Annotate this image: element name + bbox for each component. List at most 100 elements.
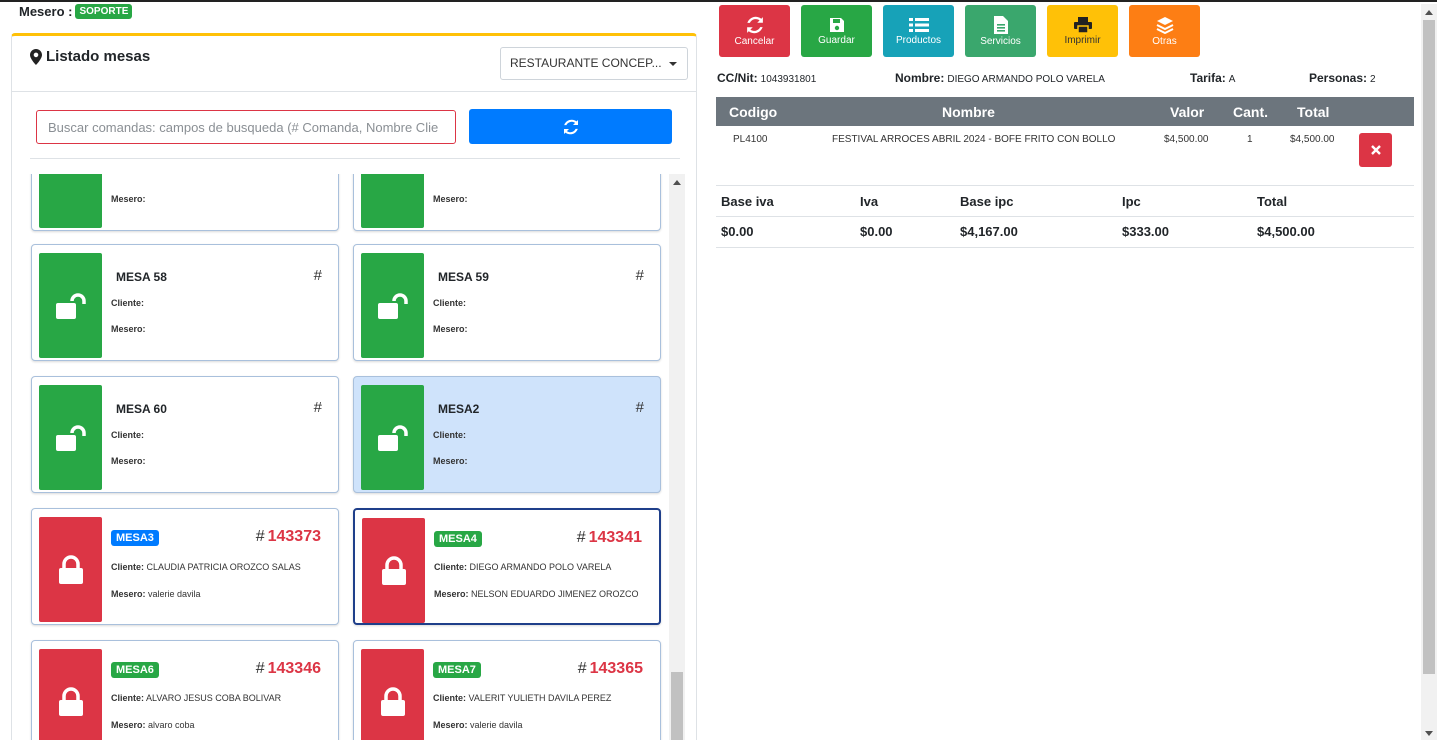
table-status-tile <box>39 517 102 622</box>
table-mesero: Mesero: <box>433 456 468 466</box>
table-mesero: Mesero: alvaro coba <box>111 720 195 730</box>
table-mesero: Mesero: valerie davila <box>433 720 523 730</box>
table-hash: # <box>635 399 644 416</box>
print-button[interactable]: Imprimir <box>1047 5 1118 57</box>
order-number: #143346 <box>255 660 321 677</box>
scroll-up-arrow-icon[interactable] <box>673 180 681 185</box>
restaurant-select-value: RESTAURANTE CONCEP... <box>510 56 662 70</box>
table-name: MESA 60 <box>116 402 167 416</box>
table-status-tile <box>39 649 102 740</box>
table-cliente: Cliente: <box>111 430 145 440</box>
table-badge: MESA3 <box>111 530 159 547</box>
divider <box>30 158 680 159</box>
lock-icon <box>381 555 406 585</box>
table-status-tile <box>361 253 424 358</box>
restaurant-select[interactable]: RESTAURANTE CONCEP... <box>500 47 688 80</box>
tot-base-iva-value: $0.00 <box>721 224 754 239</box>
cancel-button[interactable]: Cancelar <box>719 5 790 57</box>
order-number: #143365 <box>577 660 643 677</box>
refresh-icon <box>563 119 578 134</box>
table-name: MESA2 <box>438 402 480 416</box>
products-button[interactable]: Productos <box>883 5 954 57</box>
table-cliente: Cliente: <box>111 298 145 308</box>
table-card-mesa-60[interactable]: MESA 60 # Cliente: Mesero: <box>31 376 339 493</box>
table-mesero: Mesero: valerie davila <box>111 589 201 599</box>
scroll-down-arrow-icon[interactable] <box>1425 731 1433 736</box>
page-scrollbar[interactable] <box>1421 4 1437 740</box>
tot-base-ipc-value: $4,167.00 <box>960 224 1018 239</box>
row-nombre: FESTIVAL ARROCES ABRIL 2024 - BOFE FRITO… <box>832 134 1116 145</box>
cancel-label: Cancelar <box>734 35 775 47</box>
col-nombre: Nombre <box>942 104 995 120</box>
tables-panel: Listado mesas RESTAURANTE CONCEP... Mese… <box>11 33 697 740</box>
file-icon <box>993 15 1008 34</box>
tables-scrollbar[interactable] <box>669 174 685 740</box>
row-total: $4,500.00 <box>1290 134 1335 145</box>
table-status-tile <box>362 518 425 623</box>
table-name: MESA 58 <box>116 270 167 284</box>
table-card-mesa4[interactable]: MESA4 #143341 Cliente: DIEGO ARMANDO POL… <box>353 508 661 625</box>
mesero-label: Mesero : <box>19 4 73 19</box>
layers-icon <box>1156 16 1173 34</box>
table-cliente: Cliente: <box>433 430 467 440</box>
search-input[interactable] <box>36 110 456 144</box>
tot-iva-value: $0.00 <box>860 224 893 239</box>
tot-total-value: $4,500.00 <box>1257 224 1315 239</box>
order-number: #143373 <box>255 528 321 545</box>
tot-total-label: Total <box>1257 194 1288 209</box>
print-label: Imprimir <box>1064 34 1101 46</box>
save-button[interactable]: Guardar <box>801 5 872 57</box>
table-mesero: Mesero: NELSON EDUARDO JIMENEZ OROZCO <box>434 589 639 599</box>
panel-title-text: Listado mesas <box>46 48 151 65</box>
table-card-mesa2[interactable]: MESA2 # Cliente: Mesero: <box>353 376 661 493</box>
unlock-icon <box>55 424 86 451</box>
role-badge: SOPORTE <box>75 4 133 19</box>
table-card-mesa-59[interactable]: MESA 59 # Cliente: Mesero: <box>353 244 661 361</box>
other-label: Otras <box>1152 35 1177 47</box>
row-valor: $4,500.00 <box>1164 134 1209 145</box>
refresh-icon <box>746 16 763 33</box>
nombre-info: Nombre: DIEGO ARMANDO POLO VARELA <box>895 71 1105 85</box>
table-card-mesa7[interactable]: MESA7 #143365 Cliente: VALERIT YULIETH D… <box>353 640 661 740</box>
table-status-tile <box>39 385 102 490</box>
table-card[interactable]: Mesero: <box>31 174 339 231</box>
services-label: Servicios <box>980 35 1021 47</box>
row-codigo: PL4100 <box>733 134 768 145</box>
tot-base-ipc-label: Base ipc <box>960 194 1014 209</box>
action-toolbar: Cancelar Guardar Productos Servicios Imp… <box>719 5 1200 57</box>
table-card[interactable]: Mesero: <box>353 174 661 231</box>
delete-item-button[interactable] <box>1359 133 1392 167</box>
ccnit-info: CC/Nit: 1043931801 <box>717 71 817 85</box>
table-card-mesa3[interactable]: MESA3 #143373 Cliente: CLAUDIA PATRICIA … <box>31 508 339 625</box>
services-button[interactable]: Servicios <box>965 5 1036 57</box>
table-card-mesa6[interactable]: MESA6 #143346 Cliente: ALVARO JESUS COBA… <box>31 640 339 740</box>
table-status-tile <box>361 649 424 740</box>
panel-title: Listado mesas <box>30 48 150 65</box>
table-badge: MESA4 <box>434 531 482 548</box>
scroll-up-arrow-icon[interactable] <box>1425 10 1433 15</box>
table-cliente: Cliente: VALERIT YULIETH DAVILA PEREZ <box>433 693 612 703</box>
scroll-thumb[interactable] <box>671 672 683 740</box>
close-icon <box>1370 145 1381 155</box>
tables-panel-header: Listado mesas RESTAURANTE CONCEP... <box>12 36 696 92</box>
other-button[interactable]: Otras <box>1129 5 1200 57</box>
table-mesero: Mesero: <box>111 194 146 204</box>
row-cant: 1 <box>1247 134 1253 145</box>
table-cliente: Cliente: ALVARO JESUS COBA BOLIVAR <box>111 693 282 703</box>
unlock-icon <box>55 292 86 319</box>
refresh-button[interactable] <box>469 109 672 144</box>
unlock-icon <box>377 292 408 319</box>
table-status-tile <box>39 174 102 228</box>
table-mesero: Mesero: <box>111 456 146 466</box>
col-codigo: Codigo <box>729 104 778 120</box>
table-badge: MESA7 <box>433 662 481 679</box>
table-card-mesa-58[interactable]: MESA 58 # Cliente: Mesero: <box>31 244 339 361</box>
col-total: Total <box>1297 104 1330 120</box>
col-cant: Cant. <box>1233 104 1268 120</box>
order-number: #143341 <box>576 529 642 546</box>
table-mesero: Mesero: <box>111 324 146 334</box>
table-cliente: Cliente: DIEGO ARMANDO POLO VARELA <box>434 562 612 572</box>
tot-iva-label: Iva <box>860 194 879 209</box>
table-hash: # <box>635 267 644 284</box>
scroll-thumb[interactable] <box>1423 20 1435 674</box>
